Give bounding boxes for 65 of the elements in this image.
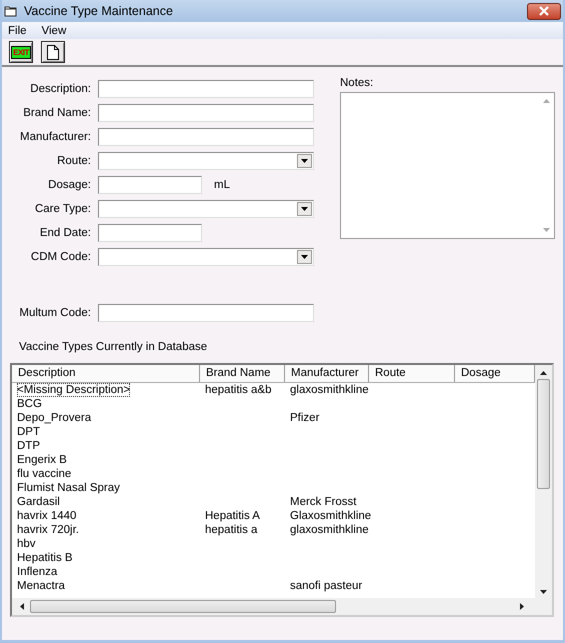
- table-cell: Hepatitis B: [17, 551, 73, 565]
- table-cell: Gardasil: [17, 495, 60, 509]
- column-header[interactable]: Dosage: [455, 365, 535, 382]
- table-cell: havrix 720jr.: [17, 523, 80, 537]
- scroll-up-icon[interactable]: [540, 371, 547, 375]
- table-cell: Hepatitis A: [205, 509, 260, 523]
- menu-item[interactable]: View: [42, 24, 66, 36]
- close-icon: [538, 6, 550, 16]
- document-icon: [47, 44, 59, 60]
- column-header[interactable]: Manufacturer: [285, 365, 369, 382]
- field-label: Multum Code:: [18, 307, 92, 319]
- input-field[interactable]: [98, 128, 314, 146]
- table-cell: havrix 1440: [17, 509, 76, 523]
- table-cell: Flumist Nasal Spray: [17, 481, 120, 495]
- horizontal-scrollbar[interactable]: [12, 598, 552, 615]
- unit-label: mL: [214, 179, 230, 191]
- table-cell: DTP: [17, 439, 40, 453]
- column-header[interactable]: Description: [12, 365, 200, 382]
- table-cell: Glaxosmithkline: [290, 509, 372, 523]
- field-label: Brand Name:: [22, 107, 92, 119]
- input-field[interactable]: [98, 304, 314, 322]
- table-cell: flu vaccine: [17, 467, 72, 481]
- table-cell: glaxosmithkline: [290, 383, 369, 397]
- dropdown[interactable]: [98, 248, 314, 266]
- table-cell: hbv: [17, 537, 36, 551]
- input-field[interactable]: [98, 224, 202, 242]
- table-cell: sanofi pasteur: [290, 579, 362, 593]
- table-cell: Depo_Provera: [17, 411, 92, 425]
- field-label: Route:: [56, 155, 92, 167]
- menu-item[interactable]: File: [8, 24, 27, 36]
- input-field[interactable]: [98, 80, 314, 98]
- field-label: Care Type:: [34, 203, 92, 215]
- dropdown[interactable]: [98, 200, 314, 218]
- field-label: CDM Code:: [30, 251, 92, 263]
- table-cell: Pfizer: [290, 411, 320, 425]
- list-title: Vaccine Types Currently in Database: [18, 341, 208, 353]
- table-cell: Engerix B: [17, 453, 67, 467]
- table-cell: Merck Frosst: [290, 495, 356, 509]
- field-label: Description:: [29, 83, 92, 95]
- scroll-left-icon[interactable]: [20, 603, 24, 610]
- new-button[interactable]: [41, 41, 65, 63]
- field-label: Manufacturer:: [19, 131, 92, 143]
- input-field[interactable]: [98, 176, 202, 194]
- vertical-scrollbar[interactable]: [535, 365, 552, 598]
- column-header[interactable]: Route: [369, 365, 455, 382]
- dropdown[interactable]: [98, 152, 314, 170]
- notes-field[interactable]: [340, 92, 555, 239]
- notes-label: Notes:: [340, 77, 374, 91]
- window-title: Vaccine Type Maintenance: [24, 4, 174, 18]
- table-cell: Inflenza: [17, 565, 58, 579]
- table-cell: <Missing Description>: [17, 383, 130, 397]
- scroll-right-icon[interactable]: [520, 603, 524, 610]
- table-cell: glaxosmithkline: [290, 523, 369, 537]
- table-cell: hepatitis a: [205, 523, 258, 537]
- table-cell: BCG: [17, 397, 42, 411]
- close-button[interactable]: [527, 2, 561, 20]
- table-cell: hepatitis a&b: [205, 383, 272, 397]
- field-label: Dosage:: [47, 179, 92, 191]
- input-field[interactable]: [98, 104, 314, 122]
- scroll-down-icon[interactable]: [540, 590, 547, 594]
- table-cell: Menactra: [17, 579, 65, 593]
- column-header[interactable]: Brand Name: [200, 365, 285, 382]
- field-label: End Date:: [38, 227, 92, 239]
- table-cell: DPT: [17, 425, 40, 439]
- folder-icon: [4, 4, 18, 18]
